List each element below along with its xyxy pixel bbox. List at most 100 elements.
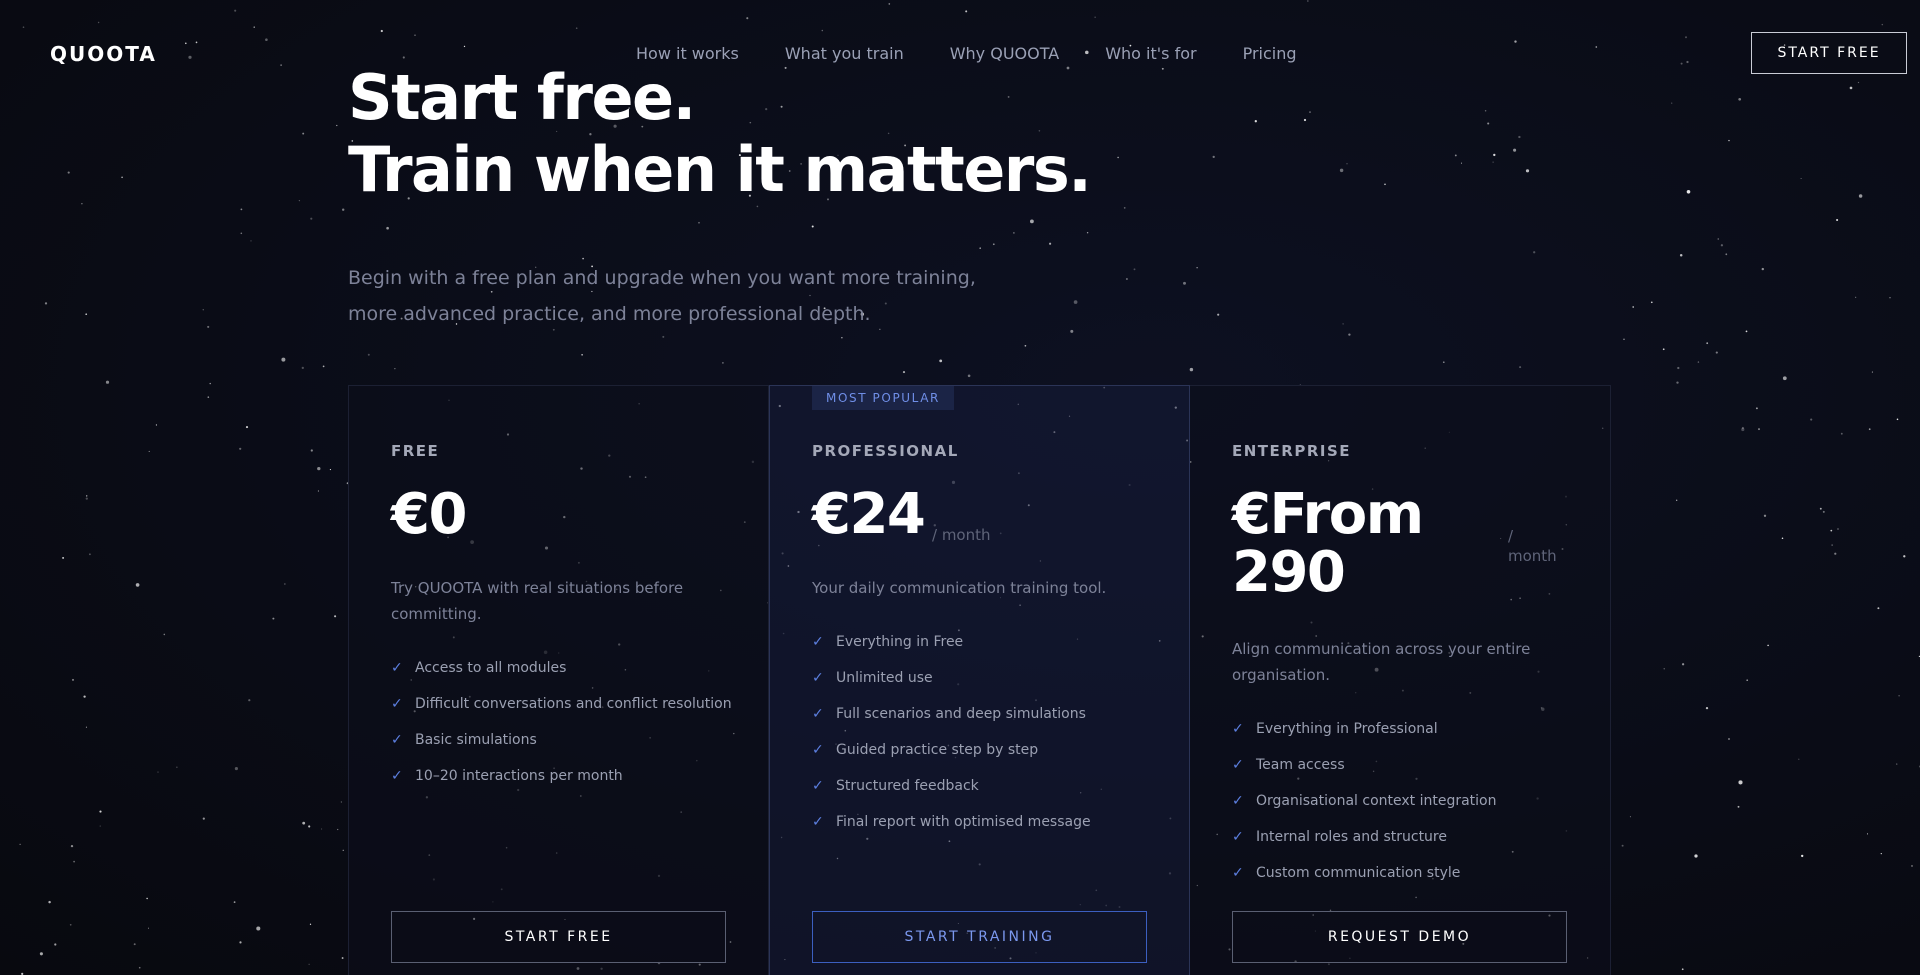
nav-who-its-for[interactable]: Who it's for bbox=[1105, 44, 1196, 63]
star bbox=[1903, 555, 1906, 558]
star bbox=[1212, 155, 1215, 159]
star bbox=[67, 171, 70, 174]
check-icon: ✓ bbox=[391, 732, 403, 748]
plan-description: Try QUOOTA with real situations before c… bbox=[391, 579, 684, 623]
star bbox=[992, 243, 995, 246]
star bbox=[1819, 507, 1822, 510]
star bbox=[1868, 428, 1871, 431]
plan-card-free: FREE €0 Try QUOOTA with real situations … bbox=[348, 385, 769, 975]
request-demo-button[interactable]: REQUEST DEMO bbox=[1232, 911, 1567, 963]
star bbox=[902, 371, 906, 374]
check-icon: ✓ bbox=[391, 696, 403, 712]
star bbox=[1484, 110, 1487, 112]
feature-label: Final report with optimised message bbox=[836, 814, 1091, 830]
plan-card-enterprise: ENTERPRISE €From 290 / month Align commu… bbox=[1190, 385, 1611, 975]
star bbox=[202, 309, 204, 311]
star bbox=[1782, 376, 1787, 381]
feature-label: 10–20 interactions per month bbox=[415, 768, 623, 784]
nav-why-quoota[interactable]: Why QUOOTA bbox=[950, 44, 1059, 63]
star bbox=[253, 26, 255, 28]
feature-label: Guided practice step by step bbox=[836, 742, 1039, 758]
check-icon: ✓ bbox=[812, 742, 824, 758]
hero-subtitle-line-1: Begin with a free plan and upgrade when … bbox=[348, 267, 976, 289]
star bbox=[298, 199, 301, 202]
star bbox=[146, 897, 148, 900]
star bbox=[1706, 342, 1709, 345]
star bbox=[1629, 816, 1631, 818]
star bbox=[1676, 499, 1678, 501]
star bbox=[1217, 313, 1220, 316]
star bbox=[1161, 67, 1164, 70]
star bbox=[81, 203, 83, 205]
star bbox=[157, 771, 159, 773]
plan-card-professional: MOST POPULAR PROFESSIONAL €24 / month Yo… bbox=[769, 385, 1190, 975]
star bbox=[265, 38, 268, 41]
star bbox=[337, 828, 339, 831]
star bbox=[1533, 251, 1536, 254]
star bbox=[1686, 190, 1691, 194]
star bbox=[85, 726, 87, 728]
star bbox=[234, 767, 238, 771]
plan-description: Align communication across your entire o… bbox=[1232, 640, 1531, 684]
star bbox=[979, 247, 981, 249]
star bbox=[1822, 510, 1825, 513]
star bbox=[1686, 60, 1689, 64]
star bbox=[1767, 644, 1769, 647]
check-icon: ✓ bbox=[812, 634, 824, 650]
plan-price: €From 290 bbox=[1232, 482, 1424, 602]
feature-label: Everything in Professional bbox=[1256, 721, 1438, 737]
star bbox=[1681, 968, 1684, 971]
star bbox=[342, 208, 345, 211]
check-icon: ✓ bbox=[1232, 757, 1244, 773]
star bbox=[155, 424, 157, 426]
feature-item: ✓ Full scenarios and deep simulations bbox=[812, 696, 1091, 732]
star bbox=[207, 396, 210, 398]
star bbox=[1801, 854, 1804, 858]
star bbox=[1671, 102, 1673, 104]
logo[interactable]: QUOOTA bbox=[50, 42, 157, 66]
nav-pricing[interactable]: Pricing bbox=[1243, 44, 1297, 63]
check-icon: ✓ bbox=[812, 814, 824, 830]
start-training-button[interactable]: START TRAINING bbox=[812, 911, 1147, 963]
star bbox=[1454, 154, 1457, 157]
star bbox=[185, 42, 187, 45]
star bbox=[1866, 833, 1869, 835]
star bbox=[1518, 135, 1521, 139]
plan-price-line-1: €From bbox=[1232, 482, 1424, 547]
star bbox=[121, 176, 123, 179]
star bbox=[329, 469, 331, 471]
star bbox=[99, 810, 102, 813]
star bbox=[1834, 552, 1837, 555]
star bbox=[1254, 120, 1257, 123]
star bbox=[1798, 758, 1800, 760]
star bbox=[73, 860, 75, 863]
star bbox=[1196, 267, 1198, 269]
star bbox=[317, 466, 321, 471]
star bbox=[1881, 23, 1884, 26]
plan-description: Your daily communication training tool. bbox=[812, 579, 1107, 597]
star bbox=[1125, 278, 1128, 280]
check-icon: ✓ bbox=[1232, 865, 1244, 881]
star bbox=[207, 325, 210, 328]
feature-item: ✓ 10–20 interactions per month bbox=[391, 758, 732, 794]
start-free-button[interactable]: START FREE bbox=[391, 911, 726, 963]
star bbox=[1720, 244, 1724, 247]
star bbox=[69, 923, 72, 926]
star bbox=[965, 10, 968, 13]
star bbox=[163, 633, 166, 636]
star bbox=[105, 380, 110, 384]
nav-what-you-train[interactable]: What you train bbox=[785, 44, 904, 63]
star bbox=[1442, 361, 1445, 364]
star bbox=[1761, 267, 1764, 271]
header-start-free-button[interactable]: START FREE bbox=[1751, 32, 1907, 74]
star bbox=[1911, 865, 1913, 867]
star bbox=[1728, 738, 1730, 740]
feature-label: Unlimited use bbox=[836, 670, 933, 686]
star bbox=[1676, 381, 1679, 384]
most-popular-badge: MOST POPULAR bbox=[812, 386, 954, 410]
star bbox=[1717, 238, 1719, 240]
star bbox=[1745, 330, 1748, 333]
star bbox=[463, 45, 466, 48]
star bbox=[402, 56, 405, 59]
feature-list: ✓ Everything in Professional ✓ Team access… bbox=[1232, 711, 1497, 891]
